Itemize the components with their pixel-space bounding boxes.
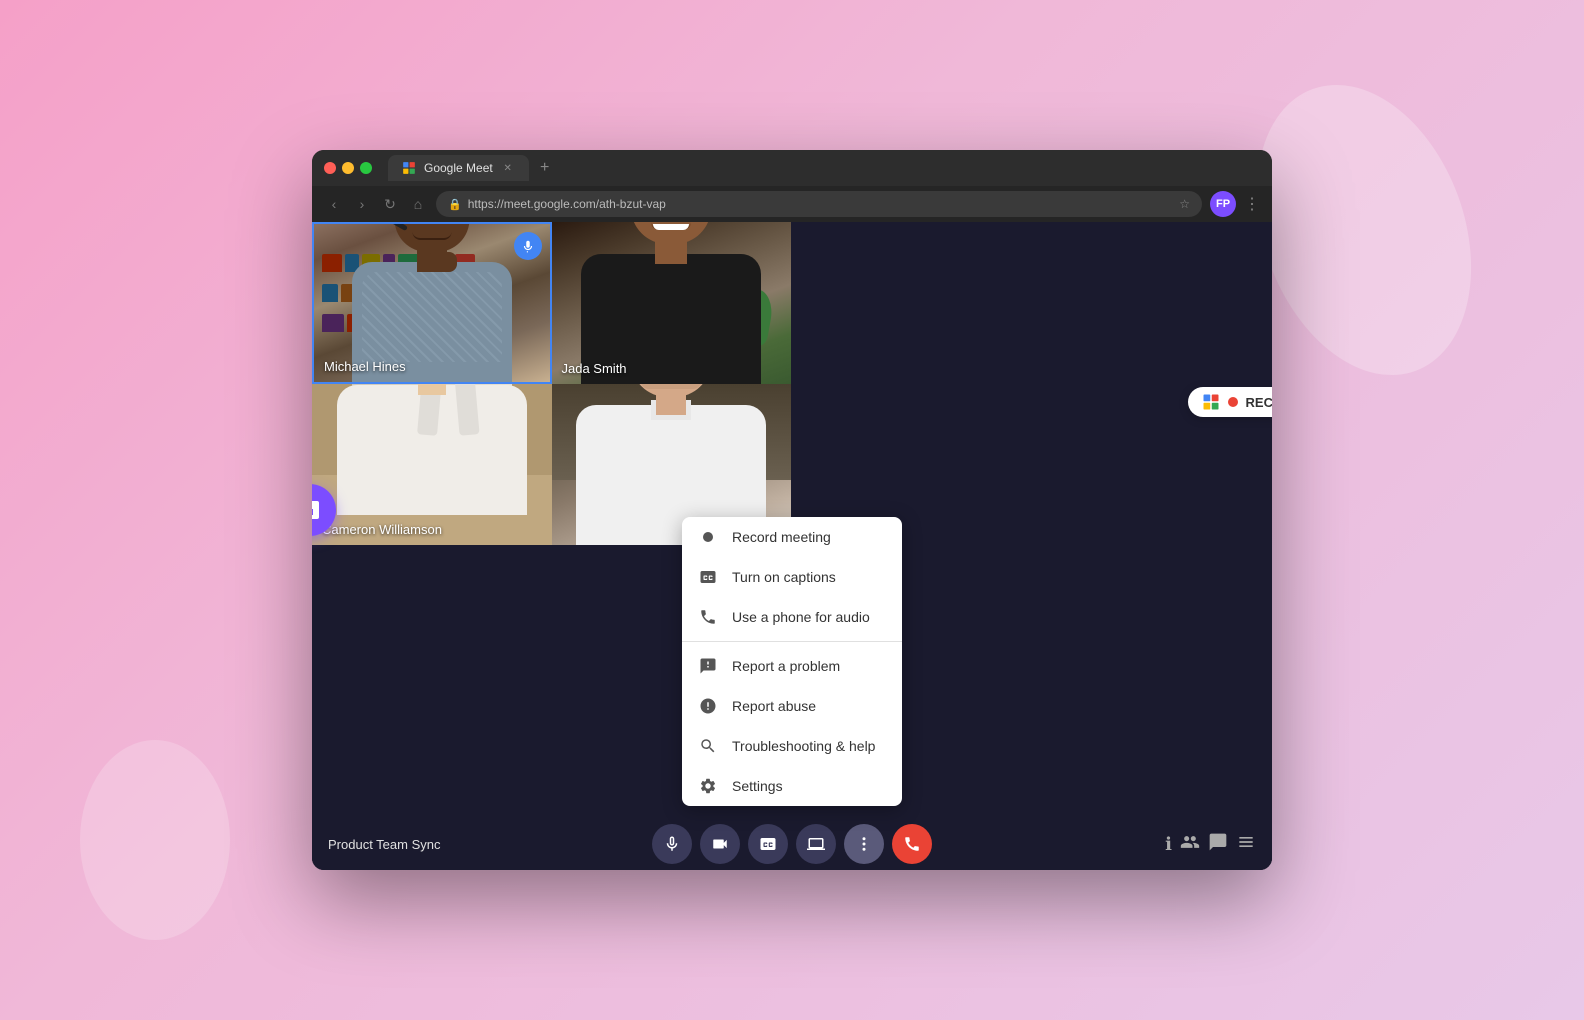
back-button[interactable]: ‹: [324, 196, 344, 212]
menu-label-report-problem: Report a problem: [732, 658, 840, 674]
people-button[interactable]: [1180, 832, 1200, 857]
rec-badge: REC: [1188, 387, 1272, 417]
menu-item-phone[interactable]: Use a phone for audio: [682, 597, 902, 637]
lock-icon: 🔒: [448, 198, 462, 211]
participant-name-jada: Jada Smith: [562, 361, 627, 376]
tab-close-button[interactable]: ✕: [501, 161, 515, 175]
captions-icon: [698, 567, 718, 587]
reload-button[interactable]: ↻: [380, 196, 400, 213]
url-input[interactable]: 🔒 https://meet.google.com/ath-bzut-vap ☆: [436, 191, 1202, 217]
participant-name-cameron: Cameron Williamson: [322, 522, 442, 537]
meeting-name: Product Team Sync: [328, 837, 637, 852]
tab-area: Google Meet ✕ +: [388, 155, 1260, 181]
context-menu: Record meeting Turn on captions Use a ph…: [682, 517, 902, 806]
end-call-button[interactable]: [892, 824, 932, 864]
menu-label-phone: Use a phone for audio: [732, 609, 870, 625]
menu-label-troubleshooting: Troubleshooting & help: [732, 738, 875, 754]
menu-item-report-abuse[interactable]: Report abuse: [682, 686, 902, 726]
menu-divider-1: [682, 641, 902, 642]
close-window-button[interactable]: [324, 162, 336, 174]
menu-label-captions: Turn on captions: [732, 569, 836, 585]
browser-more-button[interactable]: ⋮: [1244, 194, 1260, 214]
title-bar: Google Meet ✕ +: [312, 150, 1272, 186]
info-button[interactable]: ℹ: [1165, 834, 1172, 855]
active-tab[interactable]: Google Meet ✕: [388, 155, 529, 181]
speaker-indicator: [514, 232, 542, 260]
browser-window: Google Meet ✕ + ‹ › ↻ ⌂ 🔒 https://meet.g…: [312, 150, 1272, 870]
maximize-window-button[interactable]: [360, 162, 372, 174]
menu-label-report-abuse: Report abuse: [732, 698, 816, 714]
present-button[interactable]: [796, 824, 836, 864]
address-bar: ‹ › ↻ ⌂ 🔒 https://meet.google.com/ath-bz…: [312, 186, 1272, 222]
captions-button[interactable]: [748, 824, 788, 864]
activities-button[interactable]: [1236, 832, 1256, 857]
meet-content: Michael Hines: [312, 222, 1272, 870]
video-grid: Michael Hines: [312, 222, 791, 545]
chat-button[interactable]: [1208, 832, 1228, 857]
settings-icon: [698, 776, 718, 796]
microphone-button[interactable]: [652, 824, 692, 864]
home-button[interactable]: ⌂: [408, 196, 428, 212]
video-tile-jada: Jada Smith: [552, 222, 792, 384]
tab-favicon: [402, 161, 416, 175]
troubleshoot-icon: [698, 736, 718, 756]
menu-item-troubleshooting[interactable]: Troubleshooting & help: [682, 726, 902, 766]
menu-item-settings[interactable]: Settings: [682, 766, 902, 806]
right-controls: ℹ: [947, 832, 1256, 857]
video-tile-cameron: Cameron Williamson: [312, 384, 552, 546]
record-icon: [698, 527, 718, 547]
profile-button[interactable]: FP: [1210, 191, 1236, 217]
menu-item-record[interactable]: Record meeting: [682, 517, 902, 557]
report-problem-icon: [698, 656, 718, 676]
rec-text: REC: [1246, 395, 1272, 410]
more-options-button[interactable]: [844, 824, 884, 864]
url-text: https://meet.google.com/ath-bzut-vap: [468, 197, 1174, 211]
menu-item-report-problem[interactable]: Report a problem: [682, 646, 902, 686]
traffic-lights: [324, 162, 372, 174]
camera-button[interactable]: [700, 824, 740, 864]
participant-name-michael: Michael Hines: [324, 359, 406, 374]
rec-dot: [1228, 397, 1238, 407]
forward-button[interactable]: ›: [352, 196, 372, 212]
report-abuse-icon: [698, 696, 718, 716]
bookmark-icon: ☆: [1179, 197, 1190, 211]
phone-icon: [698, 607, 718, 627]
minimize-window-button[interactable]: [342, 162, 354, 174]
controls: [637, 824, 946, 864]
tab-title: Google Meet: [424, 161, 493, 175]
menu-label-settings: Settings: [732, 778, 783, 794]
menu-item-captions[interactable]: Turn on captions: [682, 557, 902, 597]
bottom-bar: Product Team Sync: [312, 818, 1272, 870]
menu-label-record: Record meeting: [732, 529, 831, 545]
new-tab-button[interactable]: +: [533, 156, 557, 180]
video-tile-michael: Michael Hines: [312, 222, 552, 384]
